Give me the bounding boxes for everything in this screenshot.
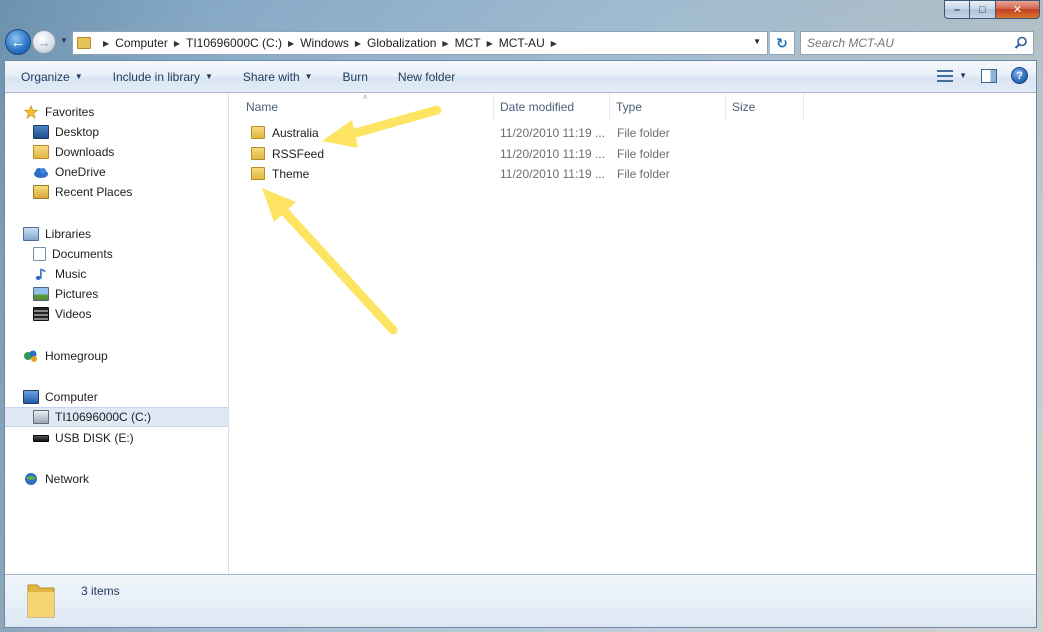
sidebar-item-usb-disk[interactable]: USB DISK (E:): [5, 428, 228, 448]
breadcrumb-globalization[interactable]: ▶ Globalization: [349, 36, 437, 50]
column-header-size[interactable]: Size: [726, 94, 804, 120]
forward-arrow-icon: →: [37, 34, 51, 50]
sidebar-item-onedrive[interactable]: OneDrive: [5, 162, 228, 182]
chevron-right-icon[interactable]: ▶: [551, 39, 557, 48]
sidebar-item-documents[interactable]: Documents: [5, 244, 228, 264]
command-bar: Organize ▼ Include in library ▼ Share with…: [5, 61, 1036, 93]
address-bar[interactable]: ▶ Computer ▶ TI10696000C (C:) ▶ Windows ▶ Gl…: [72, 31, 768, 55]
back-arrow-icon: ←: [10, 33, 26, 51]
chevron-down-icon: ▼: [74, 72, 83, 81]
sidebar-item-pictures[interactable]: Pictures: [5, 284, 228, 304]
maximize-button[interactable]: □: [970, 0, 996, 19]
burn-button[interactable]: Burn: [327, 61, 382, 92]
search-input[interactable]: [807, 36, 1007, 50]
chevron-right-icon[interactable]: ▶: [174, 39, 180, 48]
drive-icon: [33, 410, 49, 424]
breadcrumb-drive[interactable]: ▶ TI10696000C (C:): [168, 36, 282, 50]
recent-places-icon: [33, 185, 49, 199]
star-icon: [23, 105, 39, 119]
sidebar-item-videos[interactable]: Videos: [5, 304, 228, 324]
folder-icon: [27, 584, 55, 618]
back-button[interactable]: ←: [5, 29, 31, 55]
folder-icon: [251, 126, 265, 139]
folder-icon: [251, 147, 265, 160]
chevron-right-icon[interactable]: ▶: [103, 39, 109, 48]
downloads-icon: [33, 145, 49, 159]
item-count: 3 items: [81, 584, 120, 598]
computer-icon: [23, 390, 39, 404]
sidebar-item-downloads[interactable]: Downloads: [5, 142, 228, 162]
refresh-icon: ↻: [776, 34, 788, 51]
file-row-theme[interactable]: Theme 11/20/2010 11:19 ... File folder: [230, 164, 1036, 184]
breadcrumb-computer[interactable]: ▶ Computer: [97, 36, 168, 50]
breadcrumb-windows[interactable]: ▶ Windows: [282, 36, 349, 50]
minimize-button[interactable]: –: [944, 0, 970, 19]
navigation-pane: Favorites Desktop Downloads OneDrive Rec…: [5, 94, 229, 574]
file-row-rssfeed[interactable]: RSSFeed 11/20/2010 11:19 ... File folder: [230, 144, 1036, 164]
usb-drive-icon: [33, 434, 49, 442]
organize-button[interactable]: Organize ▼: [5, 61, 97, 92]
sidebar-item-drive-c[interactable]: TI10696000C (C:): [5, 407, 228, 427]
videos-icon: [33, 307, 49, 321]
change-view-icon[interactable]: [937, 69, 954, 82]
sidebar-homegroup[interactable]: Homegroup: [5, 346, 228, 366]
cloud-icon: [34, 168, 48, 178]
network-icon: [25, 473, 37, 485]
recent-pages-dropdown[interactable]: ▼: [60, 36, 68, 45]
details-pane: 3 items: [5, 574, 1036, 627]
column-header-type[interactable]: Type: [610, 94, 726, 120]
address-dropdown[interactable]: ▼: [753, 37, 761, 46]
chevron-right-icon[interactable]: ▶: [487, 39, 493, 48]
column-header-name[interactable]: Name: [230, 94, 494, 120]
chevron-right-icon[interactable]: ▶: [442, 39, 448, 48]
sidebar-libraries[interactable]: Libraries: [5, 224, 228, 244]
search-box[interactable]: [800, 31, 1034, 55]
documents-icon: [33, 247, 46, 261]
search-icon[interactable]: [1014, 36, 1028, 50]
refresh-button[interactable]: ↻: [770, 31, 795, 55]
forward-button[interactable]: →: [32, 30, 56, 54]
preview-pane-icon[interactable]: [981, 68, 997, 83]
navigation-bar: ← → ▼ ▶ Computer ▶ TI10696000C (C:) ▶ Windo…: [0, 28, 1043, 58]
file-list: Name ˄ Date modified Type Size Australia…: [230, 93, 1036, 574]
share-with-button[interactable]: Share with ▼: [227, 61, 327, 92]
view-dropdown-icon[interactable]: ▼: [959, 71, 967, 80]
sort-ascending-icon: ˄: [363, 93, 368, 102]
sidebar-network[interactable]: Network: [5, 469, 228, 489]
homegroup-icon: [24, 350, 37, 362]
sidebar-item-recent-places[interactable]: Recent Places: [5, 182, 228, 202]
new-folder-button[interactable]: New folder: [382, 61, 469, 92]
explorer-window: Organize ▼ Include in library ▼ Share with…: [4, 60, 1037, 628]
chevron-down-icon: ▼: [205, 72, 213, 81]
column-header-date-modified[interactable]: Date modified: [494, 94, 610, 120]
breadcrumb-mct[interactable]: ▶ MCT: [436, 36, 480, 50]
library-icon: [23, 227, 39, 241]
include-in-library-button[interactable]: Include in library ▼: [97, 61, 227, 92]
chevron-down-icon: ▼: [304, 72, 313, 81]
music-icon: [35, 268, 46, 280]
help-icon[interactable]: ?: [1011, 67, 1028, 84]
sidebar-favorites[interactable]: Favorites: [5, 102, 228, 122]
view-controls: ▼ ?: [937, 67, 1028, 84]
folder-icon: [251, 167, 265, 180]
chevron-right-icon[interactable]: ▶: [288, 39, 294, 48]
folder-icon: [77, 37, 91, 49]
window-caption-buttons: – □ ✕: [944, 0, 1040, 19]
sidebar-item-music[interactable]: Music: [5, 264, 228, 284]
close-button[interactable]: ✕: [996, 0, 1040, 19]
sidebar-computer[interactable]: Computer: [5, 387, 228, 407]
desktop-icon: [33, 125, 49, 139]
sidebar-item-desktop[interactable]: Desktop: [5, 122, 228, 142]
chevron-right-icon[interactable]: ▶: [355, 39, 361, 48]
breadcrumb-mct-au[interactable]: ▶ MCT-AU ▶: [481, 36, 563, 50]
pictures-icon: [33, 287, 49, 301]
file-row-australia[interactable]: Australia 11/20/2010 11:19 ... File fold…: [230, 123, 1036, 143]
